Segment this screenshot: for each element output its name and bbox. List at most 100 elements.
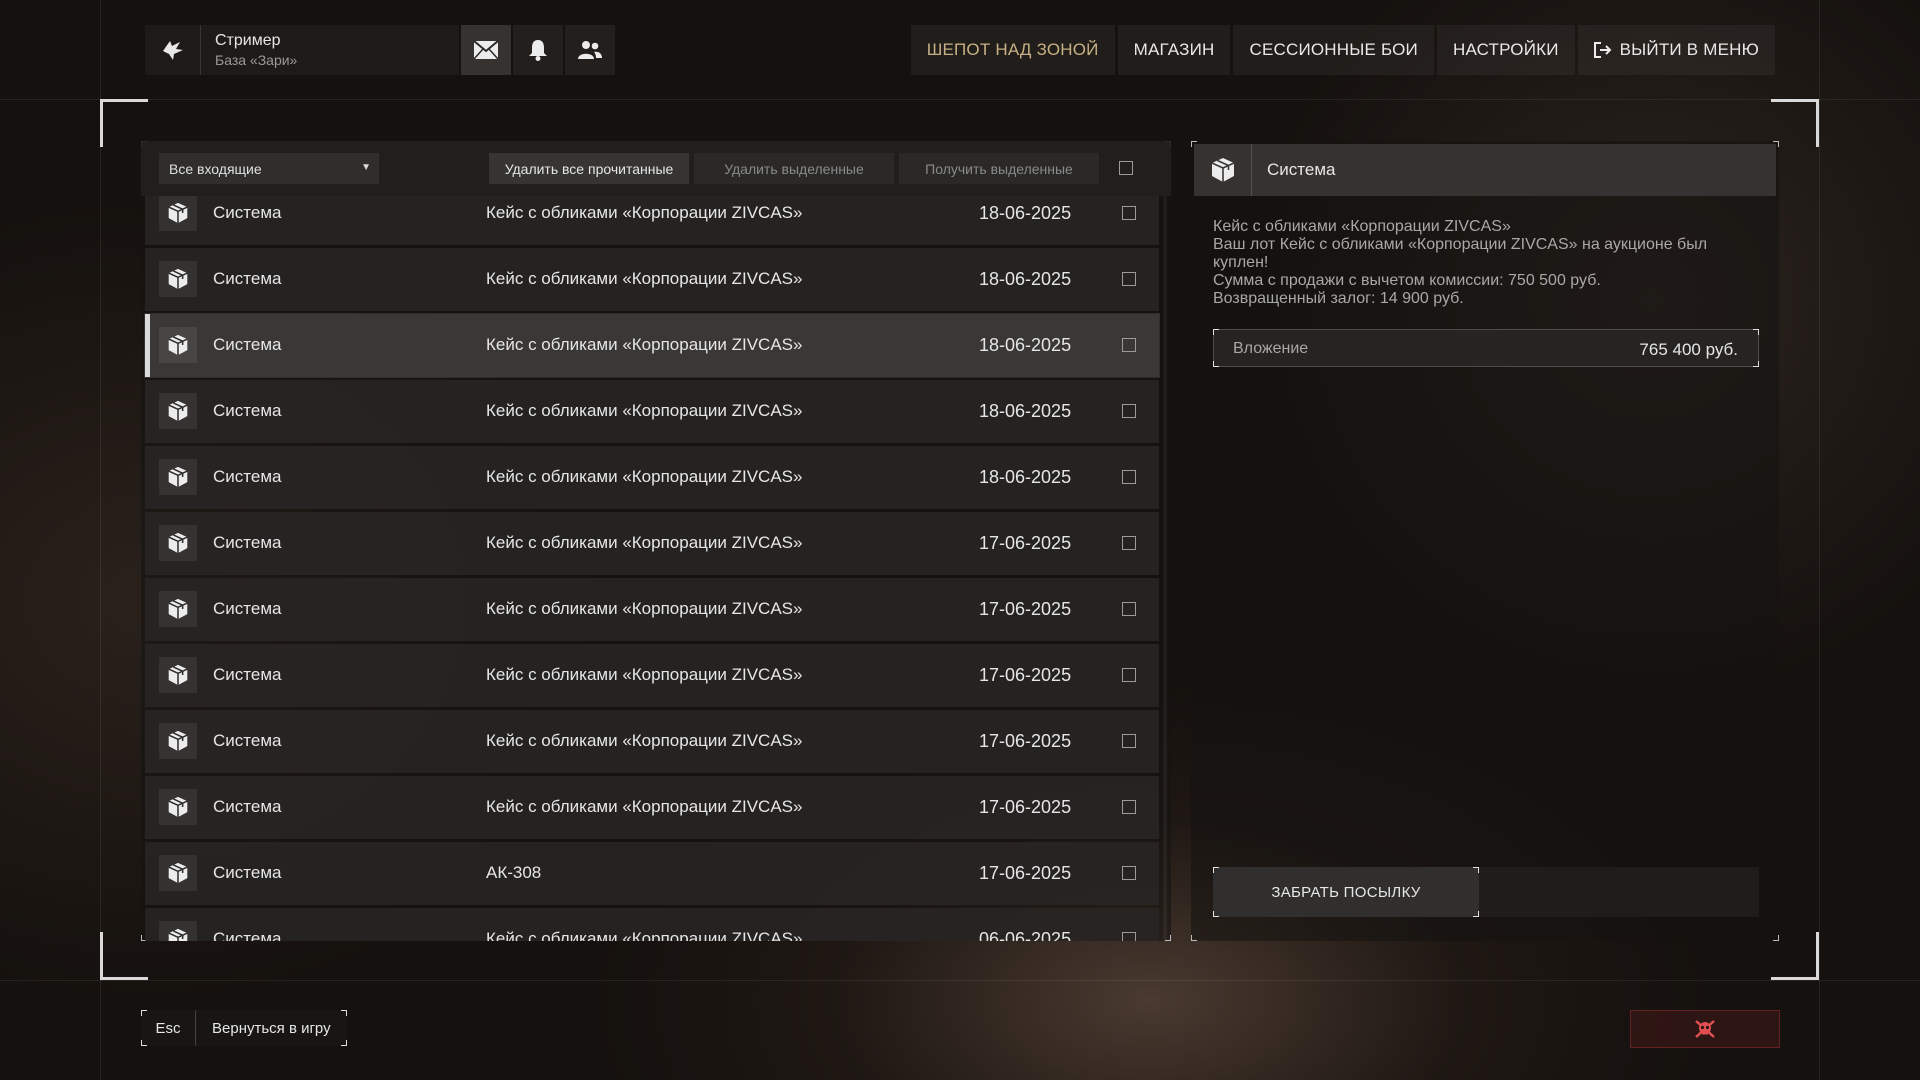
- message-checkbox[interactable]: [1122, 404, 1136, 418]
- attachment-box: Вложение 765 400 руб.: [1213, 329, 1759, 367]
- message-date: 17-06-2025: [979, 797, 1072, 817]
- nav-settings[interactable]: НАСТРОЙКИ: [1436, 25, 1575, 75]
- message-row[interactable]: Система АК-308 17-06-2025: [145, 842, 1159, 905]
- message-checkbox[interactable]: [1122, 470, 1136, 484]
- message-row[interactable]: Система Кейс с обликами «Корпорации ZIVCA…: [145, 710, 1159, 773]
- message-checkbox[interactable]: [1122, 800, 1136, 814]
- message-sender: Система: [213, 269, 282, 288]
- skull-button[interactable]: [1630, 1010, 1780, 1048]
- detail-line-deposit: Возвращенный залог: 14 900 руб.: [1213, 290, 1464, 307]
- message-row[interactable]: Система Кейс с обликами «Корпорации ZIVCA…: [145, 446, 1159, 509]
- message-row[interactable]: Система Кейс с обликами «Корпорации ZIVCA…: [145, 380, 1159, 443]
- message-subject: Кейс с обликами «Корпорации ZIVCAS»: [486, 599, 803, 618]
- dropdown-arrow-icon: ▼: [361, 162, 371, 173]
- message-date: 17-06-2025: [979, 533, 1072, 553]
- nav-exit-to-menu[interactable]: ВЫЙТИ В МЕНЮ: [1577, 25, 1775, 75]
- back-to-game-button[interactable]: Esc Вернуться в игру: [141, 1010, 347, 1046]
- message-checkbox[interactable]: [1122, 734, 1136, 748]
- message-checkbox[interactable]: [1122, 206, 1136, 220]
- package-icon: [159, 591, 197, 627]
- notifications-button[interactable]: [513, 25, 563, 75]
- nav-shop[interactable]: МАГАЗИН: [1117, 25, 1231, 75]
- claim-area: ЗАБРАТЬ ПОСЫЛКУ: [1213, 867, 1759, 917]
- package-icon: [159, 723, 197, 759]
- profile-card[interactable]: Стример База «Зари»: [145, 25, 459, 75]
- message-date: 18-06-2025: [979, 467, 1072, 487]
- message-checkbox[interactable]: [1122, 536, 1136, 550]
- mail-list-panel: Все входящие ▼ Удалить все прочитанные У…: [141, 141, 1171, 941]
- attachment-label: Вложение: [1233, 340, 1309, 357]
- mail-detail-panel: Система Кейс с обликами «Корпорации ZIVC…: [1191, 141, 1779, 941]
- inbox-filter-select[interactable]: Все входящие ▼: [159, 153, 379, 184]
- friends-button[interactable]: [565, 25, 615, 75]
- nav-whisper-over-zone[interactable]: ШЕПОТ НАД ЗОНОЙ: [910, 25, 1115, 75]
- message-sender: Система: [213, 665, 282, 684]
- package-icon: [159, 261, 197, 297]
- message-checkbox[interactable]: [1122, 338, 1136, 352]
- message-row[interactable]: Система Кейс с обликами «Корпорации ZIVCA…: [144, 313, 1160, 378]
- faction-logo-icon: [145, 25, 201, 75]
- message-sender: Система: [213, 533, 282, 552]
- message-row[interactable]: Система Кейс с обликами «Корпорации ZIVCA…: [145, 578, 1159, 641]
- package-icon: [159, 196, 197, 231]
- inbox-filter-value: Все входящие: [169, 160, 262, 177]
- message-subject: Кейс с обликами «Корпорации ZIVCAS»: [486, 335, 803, 354]
- message-date: 18-06-2025: [979, 203, 1072, 223]
- message-sender: Система: [213, 335, 282, 354]
- message-row[interactable]: Система Кейс с обликами «Корпорации ZIVCA…: [145, 512, 1159, 575]
- exit-icon: [1593, 42, 1612, 58]
- message-row[interactable]: Система Кейс с обликами «Корпорации ZIVCA…: [145, 908, 1159, 941]
- detail-message-body: Кейс с обликами «Корпорации ZIVCAS» Ваш …: [1213, 218, 1758, 308]
- users-icon: [578, 41, 602, 59]
- message-sender: Система: [213, 797, 282, 816]
- message-subject: Кейс с обликами «Корпорации ZIVCAS»: [486, 929, 803, 941]
- message-subject: Кейс с обликами «Корпорации ZIVCAS»: [486, 269, 803, 288]
- mail-button[interactable]: [461, 25, 511, 75]
- nav-session-battles[interactable]: СЕССИОННЫЕ БОИ: [1233, 25, 1434, 75]
- message-date: 18-06-2025: [979, 401, 1072, 421]
- message-checkbox[interactable]: [1122, 602, 1136, 616]
- message-row[interactable]: Система Кейс с обликами «Корпорации ZIVCA…: [145, 196, 1159, 245]
- message-row[interactable]: Система Кейс с обликами «Корпорации ZIVCA…: [145, 776, 1159, 839]
- delete-selected-button[interactable]: Удалить выделенные: [694, 153, 894, 184]
- nav-exit-label: ВЫЙТИ В МЕНЮ: [1619, 40, 1759, 59]
- message-row[interactable]: Система Кейс с обликами «Корпорации ZIVCA…: [145, 248, 1159, 311]
- delete-read-button[interactable]: Удалить все прочитанные: [489, 153, 689, 184]
- message-checkbox[interactable]: [1122, 668, 1136, 682]
- package-icon: [159, 789, 197, 825]
- message-subject: Кейс с обликами «Корпорации ZIVCAS»: [486, 203, 803, 222]
- message-sender: Система: [213, 731, 282, 750]
- get-selected-button[interactable]: Получить выделенные: [899, 153, 1099, 184]
- message-sender: Система: [213, 863, 282, 882]
- package-icon: [159, 393, 197, 429]
- select-all-checkbox[interactable]: [1119, 161, 1133, 175]
- message-sender: Система: [213, 929, 282, 941]
- message-checkbox[interactable]: [1122, 272, 1136, 286]
- message-checkbox[interactable]: [1122, 866, 1136, 880]
- package-icon: [159, 657, 197, 693]
- profile-base: База «Зари»: [215, 52, 298, 68]
- message-checkbox[interactable]: [1122, 932, 1136, 941]
- attachment-value: 765 400 руб.: [1639, 340, 1738, 359]
- mail-toolbar: Все входящие ▼ Удалить все прочитанные У…: [141, 141, 1171, 196]
- package-icon: [159, 327, 197, 363]
- message-date: 17-06-2025: [979, 731, 1072, 751]
- message-subject: Кейс с обликами «Корпорации ZIVCAS»: [486, 467, 803, 486]
- detail-line-sold: Ваш лот Кейс с обликами «Корпорации ZIVC…: [1213, 236, 1712, 271]
- message-subject: Кейс с обликами «Корпорации ZIVCAS»: [486, 797, 803, 816]
- message-row[interactable]: Система Кейс с обликами «Корпорации ZIVCA…: [145, 644, 1159, 707]
- bell-icon: [529, 40, 547, 61]
- message-date: 17-06-2025: [979, 599, 1072, 619]
- message-subject: Кейс с обликами «Корпорации ZIVCAS»: [486, 401, 803, 420]
- package-icon: [159, 921, 197, 941]
- detail-line-title: Кейс с обликами «Корпорации ZIVCAS»: [1213, 218, 1511, 235]
- claim-package-button[interactable]: ЗАБРАТЬ ПОСЫЛКУ: [1213, 867, 1479, 917]
- detail-line-sum: Сумма с продажи с вычетом комиссии: 750 …: [1213, 272, 1601, 289]
- mail-list: Система Кейс с обликами «Корпорации ZIVCA…: [141, 196, 1161, 941]
- message-subject: АК-308: [486, 863, 542, 882]
- message-subject: Кейс с обликами «Корпорации ZIVCAS»: [486, 533, 803, 552]
- message-sender: Система: [213, 599, 282, 618]
- mail-list-scrollbar[interactable]: [1163, 196, 1167, 941]
- package-icon: [159, 525, 197, 561]
- message-sender: Система: [213, 401, 282, 420]
